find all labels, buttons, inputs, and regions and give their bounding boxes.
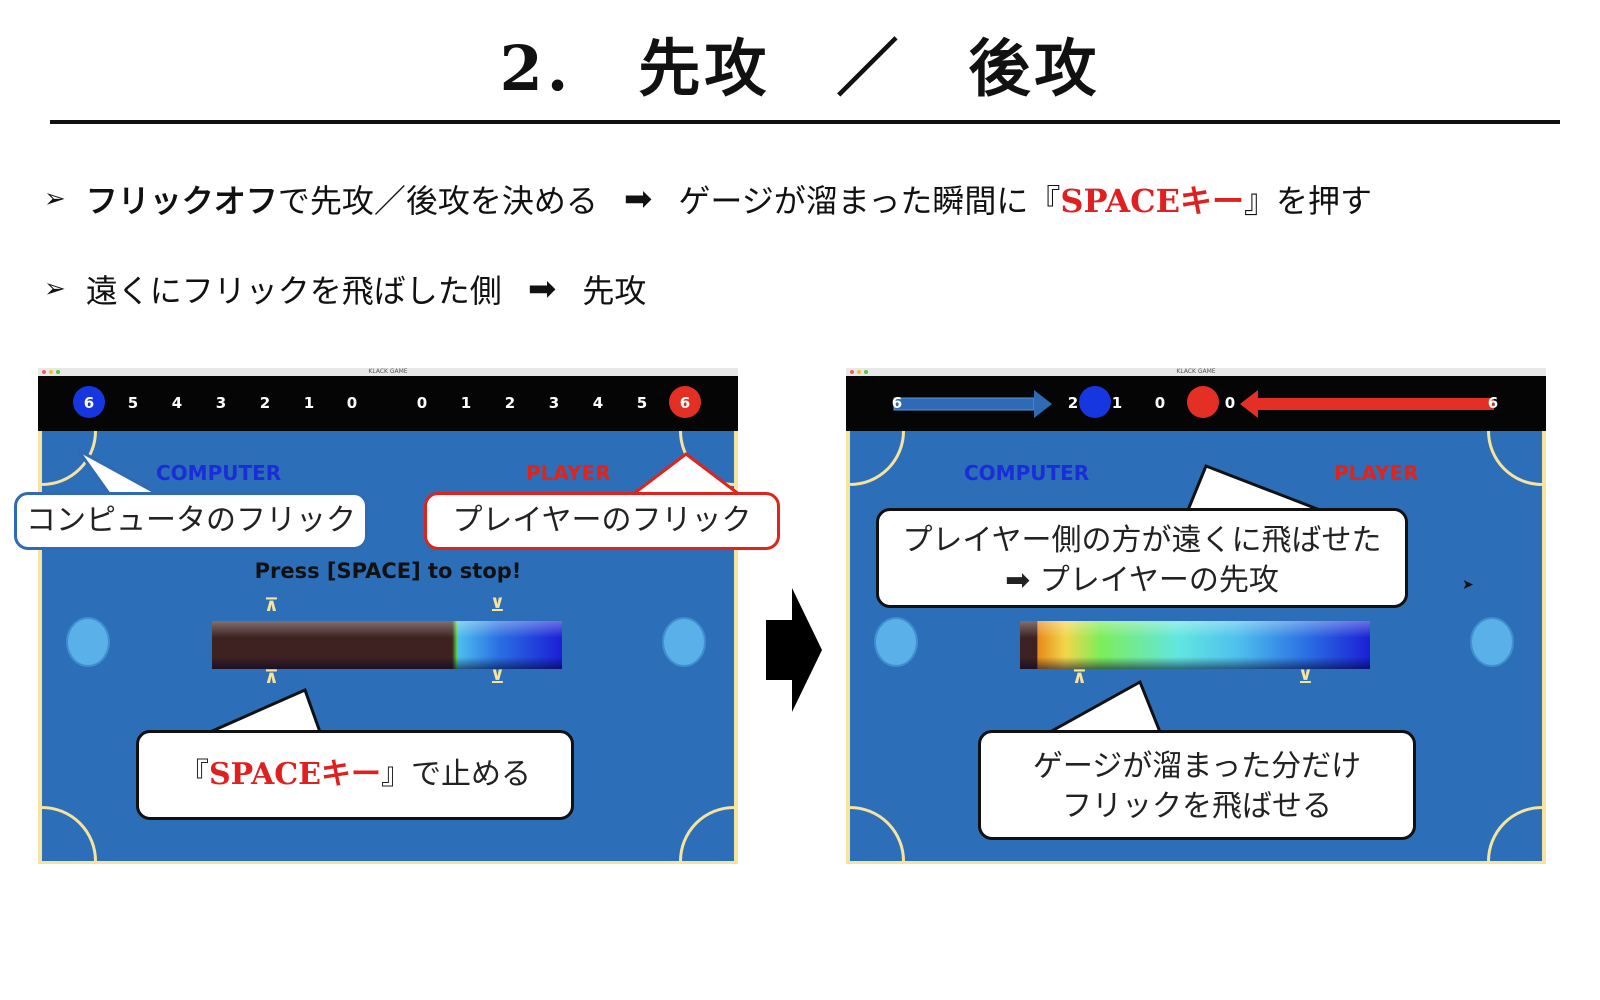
computer-label: COMPUTER: [964, 461, 1090, 485]
mouse-cursor-icon: ➤: [1462, 577, 1474, 593]
callout-text: フリックを飛ばせる: [1062, 789, 1332, 824]
callout-computer-flick: コンピュータのフリック: [14, 492, 368, 550]
window-titlebar: KLACK GAME: [846, 368, 1546, 376]
score-cell: 3: [215, 394, 227, 412]
minimize-dot-icon[interactable]: [49, 370, 53, 374]
score-cell: 1: [303, 394, 315, 412]
bullet-text: 』を押す: [1243, 182, 1372, 220]
window-titlebar: KLACK GAME: [38, 368, 738, 376]
bullet-text: ゲージが溜まった瞬間に『: [678, 182, 1061, 220]
board-corner-arc: [850, 806, 905, 861]
callout-text: 『: [178, 757, 209, 792]
score-cell: 3: [548, 394, 560, 412]
score-cell: 4: [171, 394, 183, 412]
board-corner-arc: [42, 806, 97, 861]
player-magnet-puck: [662, 617, 706, 667]
board-corner-arc: [42, 431, 97, 486]
bullet-first-move: ➢ 遠くにフリックを飛ばした側 ➡ 先攻: [44, 266, 646, 312]
power-gauge[interactable]: [1020, 621, 1370, 669]
callout-text: 』で止める: [381, 757, 532, 792]
callout-player-first: プレイヤー側の方が遠くに飛ばせた ➡ プレイヤーの先攻: [876, 508, 1408, 608]
gauge-marker-icon: ⊻: [1298, 667, 1313, 688]
board-corner-arc: [850, 431, 905, 486]
gauge-marker-icon: ⊼: [264, 595, 279, 616]
board-corner-arc: [1487, 806, 1542, 861]
player-label: PLAYER: [526, 461, 611, 485]
score-cell: 0: [416, 394, 428, 412]
bullet-text: で先攻／後攻を決める: [277, 182, 598, 220]
window-title: KLACK GAME: [368, 368, 408, 375]
board-corner-arc: [679, 431, 734, 486]
bullet-text: 遠くにフリックを飛ばした側: [85, 272, 502, 310]
bullet-arrow-icon: ➢: [44, 184, 66, 214]
computer-magnet-puck: [874, 617, 918, 667]
title-divider: [50, 120, 1560, 124]
score-cell: 2: [504, 394, 516, 412]
score-cell: 0: [346, 394, 358, 412]
slide-title: 2. 先攻 ／ 後攻: [499, 32, 1101, 105]
big-right-arrow-icon: [766, 588, 822, 712]
zoom-dot-icon[interactable]: [56, 370, 60, 374]
score-cell: 2: [259, 394, 271, 412]
callout-gauge-power: ゲージが溜まった分だけ フリックを飛ばせる: [978, 730, 1416, 840]
callout-text: ➡ プレイヤーの先攻: [1005, 563, 1279, 598]
computer-score-marker: 6: [71, 376, 107, 431]
callout-player-flick: プレイヤーのフリック: [424, 492, 780, 550]
callout-space-stop: 『SPACEキー』で止める: [136, 730, 574, 820]
score-cell: 5: [127, 394, 139, 412]
gauge-marker-icon: ⊼: [1072, 667, 1087, 688]
space-key-highlight: SPACEキー: [208, 757, 382, 792]
score-bar: 6 2 1 0 0 6: [846, 376, 1546, 431]
gauge-marker-icon: ⊻: [490, 595, 505, 616]
bullet-text: 先攻: [582, 272, 647, 310]
player-score-marker: 6: [667, 376, 703, 431]
score-cell: 1: [460, 394, 472, 412]
window-title: KLACK GAME: [1176, 368, 1216, 375]
callout-text: プレイヤー側の方が遠くに飛ばせた: [902, 523, 1382, 558]
score-cell: 5: [636, 394, 648, 412]
score-bar: 6 5 4 3 2 1 0 0 1 2 3 4 5 6: [38, 376, 738, 431]
space-key-highlight: SPACEキー: [1060, 182, 1244, 220]
computer-magnet-puck: [66, 617, 110, 667]
callout-text: ゲージが溜まった分だけ: [1032, 749, 1362, 784]
close-dot-icon[interactable]: [42, 370, 46, 374]
minimize-dot-icon[interactable]: [857, 370, 861, 374]
flick-off-term: フリックオフ: [85, 182, 278, 220]
gauge-marker-icon: ⊻: [490, 667, 505, 688]
right-arrow-icon: ➡: [527, 269, 557, 309]
board-corner-arc: [679, 806, 734, 861]
bullet-arrow-icon: ➢: [44, 274, 66, 304]
bullet-flick-off: ➢ フリックオフ で先攻／後攻を決める ➡ ゲージが溜まった瞬間に『 SPACEキ…: [44, 176, 1372, 222]
press-space-prompt: Press [SPACE] to stop!: [254, 559, 522, 583]
computer-label: COMPUTER: [156, 461, 282, 485]
board-corner-arc: [1487, 431, 1542, 486]
score-cell: 4: [592, 394, 604, 412]
player-magnet-puck: [1470, 617, 1514, 667]
zoom-dot-icon[interactable]: [864, 370, 868, 374]
flick-trajectory-arrows: [893, 390, 1494, 418]
power-gauge[interactable]: [212, 621, 562, 669]
player-label: PLAYER: [1334, 461, 1419, 485]
gauge-marker-icon: ⊼: [264, 667, 279, 688]
right-arrow-icon: ➡: [623, 179, 653, 219]
close-dot-icon[interactable]: [850, 370, 854, 374]
